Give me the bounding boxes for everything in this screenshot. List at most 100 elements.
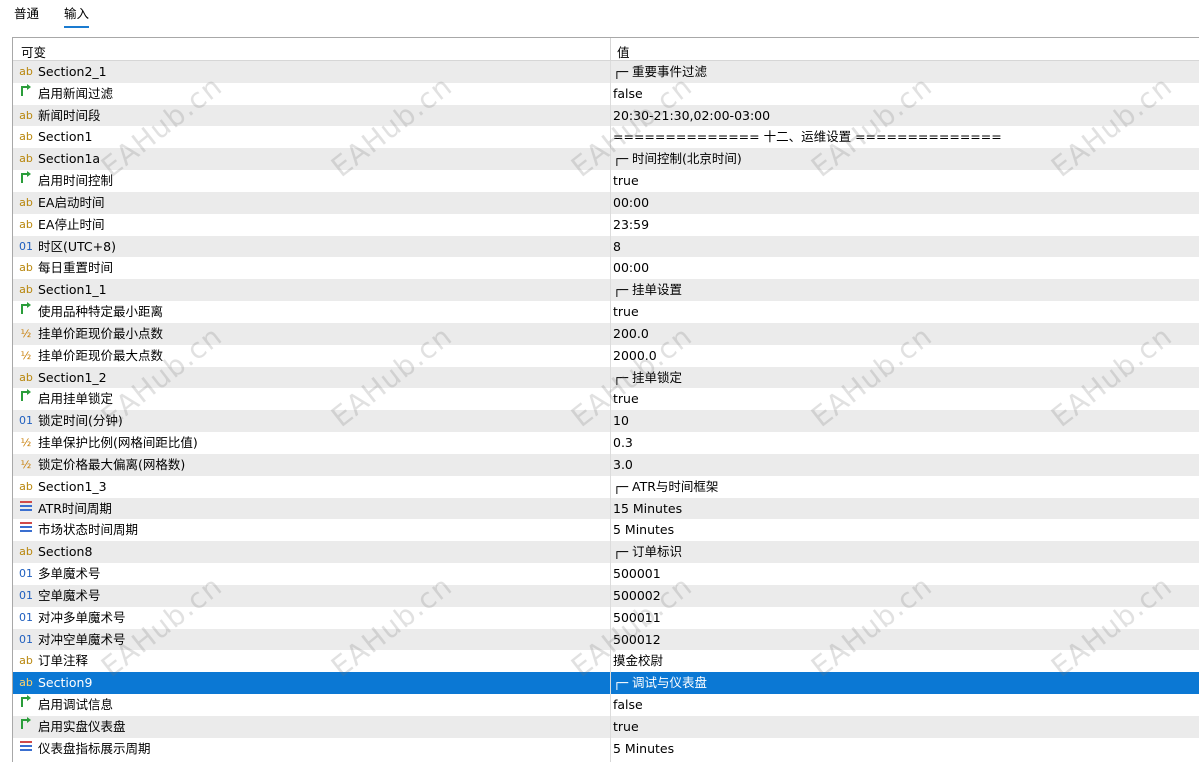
row-value[interactable]: ┌─ 订单标识: [613, 541, 682, 563]
string-type-icon: ab: [19, 108, 33, 122]
cell-divider: [610, 170, 611, 192]
row-value[interactable]: true: [613, 388, 639, 410]
enum-type-icon: [16, 738, 36, 760]
table-row[interactable]: ATR时间周期 15 Minutes: [13, 497, 1199, 520]
cell-divider: [610, 737, 611, 760]
table-row[interactable]: 启用实盘仪表盘 true: [13, 715, 1199, 738]
integer-type-icon: 01: [19, 632, 33, 646]
row-value[interactable]: 3.0: [613, 454, 633, 476]
row-value[interactable]: 200.0: [613, 323, 649, 345]
table-row[interactable]: 启用时间控制 true: [13, 170, 1199, 192]
table-row[interactable]: ab EA启动时间 00:00: [13, 191, 1199, 214]
row-value[interactable]: 8: [613, 236, 621, 258]
cell-divider: [610, 104, 611, 127]
table-row[interactable]: 市场状态时间周期 5 Minutes: [13, 519, 1199, 542]
string-type-icon: ab: [19, 130, 33, 144]
row-value[interactable]: 5 Minutes: [613, 519, 674, 541]
row-variable-name: 挂单价距现价最大点数: [38, 347, 164, 363]
table-row[interactable]: 使用品种特定最小距离 true: [13, 301, 1199, 323]
row-variable-name: EA启动时间: [38, 194, 105, 210]
double-type-icon: ½: [20, 457, 32, 471]
table-row[interactable]: ab Section2_1 ┌─ 重要事件过滤: [13, 61, 1199, 83]
table-row[interactable]: 启用调试信息 false: [13, 694, 1199, 716]
table-row[interactable]: ab 订单注释 摸金校尉: [13, 650, 1199, 673]
double-type-icon: ½: [20, 348, 32, 362]
table-row[interactable]: ab EA停止时间 23:59: [13, 213, 1199, 236]
row-value[interactable]: 23:59: [613, 214, 649, 236]
table-row[interactable]: ab 新闻时间段 20:30-21:30,02:00-03:00: [13, 104, 1199, 127]
table-row[interactable]: ab Section9 ┌─ 调试与仪表盘: [13, 672, 1199, 695]
row-value[interactable]: 2000.0: [613, 345, 657, 367]
row-value[interactable]: ┌─ 挂单锁定: [613, 367, 682, 389]
string-type-icon: ab: [19, 654, 33, 668]
table-row[interactable]: 仪表盘指标展示周期 5 Minutes: [13, 737, 1199, 760]
table-row[interactable]: ab 每日重置时间 00:00: [13, 257, 1199, 280]
table-row[interactable]: ab Section8 ┌─ 订单标识: [13, 541, 1199, 564]
row-value[interactable]: ┌─ ATR与时间框架: [613, 476, 718, 498]
row-value[interactable]: ┌─ 时间控制(北京时间): [613, 148, 742, 170]
row-variable-name: 挂单保护比例(网格间距比值): [38, 435, 198, 451]
table-row[interactable]: ½ 锁定价格最大偏离(网格数) 3.0: [13, 453, 1199, 476]
table-row[interactable]: ½ 挂单价距现价最小点数 200.0: [13, 322, 1199, 345]
row-value[interactable]: 5 Minutes: [613, 738, 674, 760]
row-value[interactable]: 00:00: [613, 192, 649, 214]
inputs-table: 可变 值 ab Section2_1 ┌─ 重要事件过滤 启用新闻过滤 false ab 新…: [12, 37, 1199, 762]
tab-general[interactable]: 普通: [14, 3, 39, 26]
row-variable-name: 锁定时间(分钟): [38, 413, 123, 429]
integer-type-icon: 01: [19, 239, 33, 253]
bool-type-icon: [16, 388, 36, 410]
table-body: ab Section2_1 ┌─ 重要事件过滤 启用新闻过滤 false ab 新闻时间段 2…: [13, 61, 1199, 760]
cell-divider: [610, 606, 611, 629]
table-row[interactable]: 01 对冲空单魔术号 500012: [13, 628, 1199, 651]
integer-type-icon: 01: [19, 414, 33, 428]
row-value[interactable]: ┌─ 挂单设置: [613, 279, 682, 301]
bool-type-icon: [16, 301, 36, 323]
row-variable-name: Section9: [38, 675, 93, 691]
row-value[interactable]: 10: [613, 410, 629, 432]
row-value[interactable]: ┌─ 调试与仪表盘: [613, 672, 707, 694]
row-variable-name: Section1_3: [38, 478, 107, 494]
cell-divider: [610, 257, 611, 280]
table-row[interactable]: ab Section1 ============== 十二、运维设置 =======…: [13, 126, 1199, 149]
column-header-value[interactable]: 值: [617, 42, 630, 61]
row-value[interactable]: 15 Minutes: [613, 498, 682, 520]
row-value[interactable]: 500012: [613, 629, 661, 651]
column-header-variable[interactable]: 可变: [21, 42, 46, 61]
cell-divider: [610, 148, 611, 171]
table-row[interactable]: ab Section1a ┌─ 时间控制(北京时间): [13, 148, 1199, 171]
row-value[interactable]: 500011: [613, 607, 661, 629]
row-value[interactable]: 500001: [613, 563, 661, 585]
row-variable-name: 对冲空单魔术号: [38, 631, 126, 647]
row-value[interactable]: true: [613, 301, 639, 323]
table-row[interactable]: 启用新闻过滤 false: [13, 82, 1199, 105]
table-row[interactable]: ab Section1_1 ┌─ 挂单设置: [13, 279, 1199, 302]
row-value[interactable]: 0.3: [613, 432, 633, 454]
cell-divider: [610, 388, 611, 411]
table-row[interactable]: ab Section1_3 ┌─ ATR与时间框架: [13, 475, 1199, 498]
bool-type-icon: [16, 170, 36, 192]
table-row[interactable]: ½ 挂单保护比例(网格间距比值) 0.3: [13, 432, 1199, 454]
string-type-icon: ab: [19, 65, 33, 78]
table-row[interactable]: ½ 挂单价距现价最大点数 2000.0: [13, 344, 1199, 367]
double-type-icon: ½: [20, 326, 32, 340]
row-value[interactable]: 20:30-21:30,02:00-03:00: [613, 105, 770, 127]
tab-inputs[interactable]: 输入: [64, 3, 90, 28]
table-row[interactable]: 01 空单魔术号 500002: [13, 584, 1199, 607]
row-value[interactable]: 00:00: [613, 257, 649, 279]
row-value[interactable]: 500002: [613, 585, 661, 607]
row-value[interactable]: false: [613, 694, 643, 716]
table-row[interactable]: 01 对冲多单魔术号 500011: [13, 606, 1199, 629]
table-row[interactable]: 01 时区(UTC+8) 8: [13, 235, 1199, 258]
table-row[interactable]: ab Section1_2 ┌─ 挂单锁定: [13, 366, 1199, 389]
row-value[interactable]: false: [613, 83, 643, 105]
row-value[interactable]: ┌─ 重要事件过滤: [613, 61, 707, 83]
table-row[interactable]: 01 多单魔术号 500001: [13, 563, 1199, 585]
row-value[interactable]: ============== 十二、运维设置 ==============: [613, 126, 1002, 148]
row-value[interactable]: true: [613, 716, 639, 738]
table-row[interactable]: 启用挂单锁定 true: [13, 388, 1199, 411]
enum-type-icon: [16, 519, 36, 541]
table-row[interactable]: 01 锁定时间(分钟) 10: [13, 410, 1199, 433]
integer-type-icon: 01: [19, 610, 33, 624]
row-value[interactable]: true: [613, 170, 639, 192]
row-value[interactable]: 摸金校尉: [613, 650, 663, 672]
